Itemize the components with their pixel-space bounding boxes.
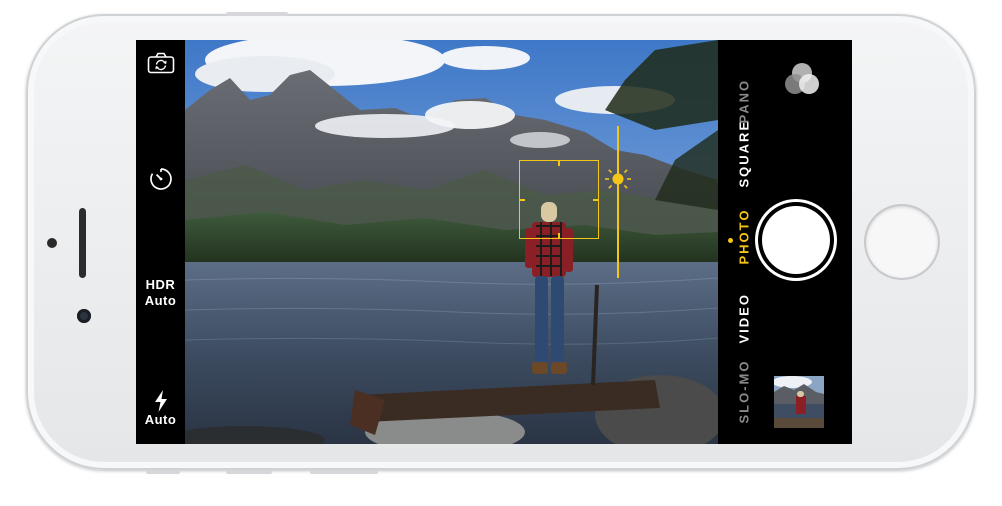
flash-icon[interactable] xyxy=(154,390,168,412)
mode-video[interactable]: VIDEO xyxy=(737,293,752,343)
camera-left-bar: HDR Auto Auto xyxy=(136,40,185,444)
last-photo-thumbnail[interactable] xyxy=(774,376,824,428)
mode-slomo[interactable]: SLO-MO xyxy=(737,360,752,424)
mute-switch xyxy=(226,12,288,16)
camera-flip-icon[interactable] xyxy=(147,52,175,74)
flash-value[interactable]: Auto xyxy=(136,412,185,428)
sun-icon[interactable] xyxy=(604,165,632,193)
filters-icon[interactable] xyxy=(782,62,822,98)
hdr-label[interactable]: HDR xyxy=(136,277,185,293)
hdr-value[interactable]: Auto xyxy=(136,293,185,309)
volume-up-button xyxy=(146,470,180,474)
mode-photo[interactable]: PHOTO xyxy=(737,209,752,265)
home-button[interactable] xyxy=(866,206,938,278)
earpiece-speaker xyxy=(79,208,86,278)
front-camera xyxy=(77,309,91,323)
mode-square[interactable]: SQUARE xyxy=(737,120,752,188)
camera-screen: HDR Auto Auto PANO SQUARE PHOTO VIDEO SL… xyxy=(136,40,852,444)
shutter-button[interactable] xyxy=(762,206,830,274)
side-button xyxy=(310,470,378,474)
viewfinder-scene xyxy=(185,40,718,444)
active-mode-indicator xyxy=(728,238,733,243)
timer-icon[interactable] xyxy=(148,166,174,192)
volume-down-button xyxy=(226,470,272,474)
mode-pano[interactable]: PANO xyxy=(737,79,752,124)
focus-box[interactable] xyxy=(519,160,599,239)
proximity-sensor xyxy=(47,238,57,248)
exposure-slider-track[interactable] xyxy=(617,126,619,278)
viewfinder[interactable] xyxy=(185,40,718,444)
